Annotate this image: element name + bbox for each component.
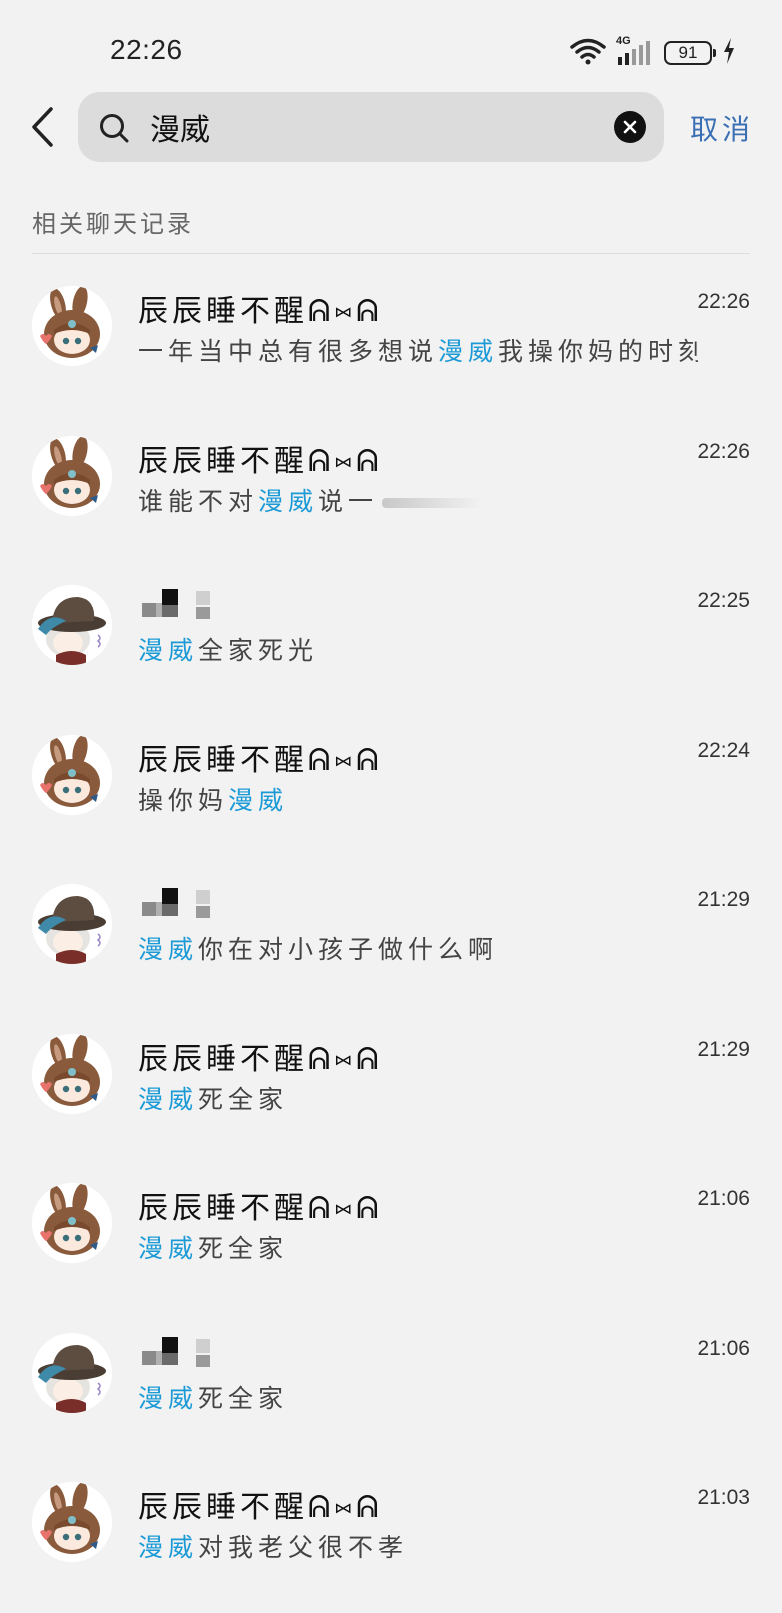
snippet-after: 死全家 xyxy=(198,1383,289,1413)
snippet-after: 死全家 xyxy=(198,1234,289,1263)
snippet-after: 你在对小孩子做什么啊 xyxy=(198,935,499,964)
status-bar: 22:26 4G 91 xyxy=(0,0,782,80)
sender-name-pixelated xyxy=(142,888,222,928)
snippet-keyword: 漫威 xyxy=(438,337,499,366)
status-time: 22:26 xyxy=(110,34,183,65)
result-item[interactable]: 辰辰睡不醒ᕱ⑅ᕱ 22:26 一年当中总有很多想说漫威我操你妈的时刻 xyxy=(0,254,782,404)
sender-name-pixelated xyxy=(142,589,222,629)
sender-name: 辰辰睡不醒ᕱ⑅ᕱ xyxy=(138,294,383,329)
bunny-girl-avatar xyxy=(32,1033,112,1114)
snippet-keyword: 漫威 xyxy=(228,785,289,815)
message-snippet: 操你妈漫威 xyxy=(138,781,288,817)
message-snippet: 谁能不对漫威说一 xyxy=(138,482,483,518)
search-input[interactable] xyxy=(150,102,570,152)
search-box[interactable] xyxy=(78,92,664,162)
message-time: 21:06 xyxy=(697,1187,750,1210)
charging-icon xyxy=(722,37,736,69)
chevron-left-icon xyxy=(32,107,53,147)
sender-name: 辰辰睡不醒ᕱ⑅ᕱ xyxy=(138,1490,383,1525)
message-time: 22:24 xyxy=(697,738,750,762)
snippet-keyword: 漫威 xyxy=(138,636,199,665)
snippet-after: 死全家 xyxy=(198,1084,289,1114)
section-title: 相关聊天记录 xyxy=(32,210,194,238)
sender-name: 辰辰睡不醒ᕱ⑅ᕱ xyxy=(138,1191,383,1226)
result-item[interactable]: 21:29 漫威你在对小孩子做什么啊 xyxy=(0,852,782,1002)
result-item[interactable]: 辰辰睡不醒ᕱ⑅ᕱ 21:06 漫威死全家 xyxy=(0,1151,782,1301)
message-time: 21:29 xyxy=(697,1037,750,1061)
sender-name: 辰辰睡不醒ᕱ⑅ᕱ xyxy=(138,742,383,778)
snippet-keyword: 漫威 xyxy=(138,1533,199,1562)
snippet-after: 对我老父很不孝 xyxy=(198,1533,409,1562)
message-snippet: 漫威你在对小孩子做什么啊 xyxy=(138,930,498,966)
snippet-keyword: 漫威 xyxy=(138,935,199,964)
sender-name: 辰辰睡不醒ᕱ⑅ᕱ xyxy=(138,1041,383,1077)
bunny-girl-avatar xyxy=(32,1482,112,1562)
hat-character-avatar xyxy=(32,1332,112,1413)
message-time: 22:26 xyxy=(697,439,750,463)
result-item[interactable]: 辰辰睡不醒ᕱ⑅ᕱ 21:29 漫威死全家 xyxy=(0,1002,782,1152)
bunny-girl-avatar xyxy=(32,734,112,815)
snippet-keyword: 漫威 xyxy=(138,1383,199,1413)
result-item[interactable]: 辰辰睡不醒ᕱ⑅ᕱ 22:24 操你妈漫威 xyxy=(0,703,782,853)
message-snippet: 漫威死全家 xyxy=(138,1080,288,1116)
snippet-keyword: 漫威 xyxy=(138,1084,199,1114)
message-snippet: 漫威死全家 xyxy=(138,1379,288,1415)
snippet-before: 一年当中总有很多想说 xyxy=(138,337,439,366)
message-snippet: 漫威死全家 xyxy=(138,1229,288,1265)
message-snippet: 一年当中总有很多想说漫威我操你妈的时刻 xyxy=(138,332,698,368)
search-icon xyxy=(98,112,130,144)
message-time: 21:03 xyxy=(697,1486,750,1509)
bunny-girl-avatar xyxy=(32,1183,112,1263)
snippet-before: 操你妈 xyxy=(138,785,229,815)
result-item[interactable]: 22:25 漫威全家死光 xyxy=(0,553,782,703)
signal-icon: 4G xyxy=(616,35,654,67)
message-time: 22:26 xyxy=(697,290,750,313)
snippet-after: 全家死光 xyxy=(198,636,319,665)
result-item[interactable]: 21:06 漫威死全家 xyxy=(0,1301,782,1451)
hat-character-avatar xyxy=(32,585,112,665)
hat-character-avatar xyxy=(32,884,112,964)
snippet-redaction xyxy=(382,497,483,508)
cancel-button[interactable]: 取消 xyxy=(690,108,754,148)
clear-search-button[interactable] xyxy=(614,111,646,143)
sender-name-pixelated xyxy=(142,1336,222,1377)
bunny-girl-avatar xyxy=(32,286,112,366)
result-item[interactable]: 辰辰睡不醒ᕱ⑅ᕱ 21:03 漫威对我老父很不孝 xyxy=(0,1450,782,1600)
sender-name: 辰辰睡不醒ᕱ⑅ᕱ xyxy=(138,443,383,479)
wifi-icon xyxy=(570,37,606,69)
close-icon xyxy=(623,120,637,134)
message-time: 21:06 xyxy=(697,1336,750,1360)
back-button[interactable] xyxy=(24,102,60,152)
bunny-girl-avatar xyxy=(32,435,112,516)
battery-indicator: 91 xyxy=(664,41,716,65)
snippet-keyword: 漫威 xyxy=(258,486,319,516)
status-icons: 4G 91 xyxy=(570,35,736,70)
message-time: 21:29 xyxy=(697,888,750,911)
message-snippet: 漫威对我老父很不孝 xyxy=(138,1528,408,1564)
snippet-after: 我操你妈的时刻 xyxy=(498,337,698,366)
snippet-after: 说一 xyxy=(318,486,379,516)
snippet-keyword: 漫威 xyxy=(138,1234,199,1263)
result-list: 辰辰睡不醒ᕱ⑅ᕱ 22:26 一年当中总有很多想说漫威我操你妈的时刻 辰辰睡不醒ᕱ⑅… xyxy=(0,254,782,1600)
message-time: 22:25 xyxy=(697,589,750,612)
result-item[interactable]: 辰辰睡不醒ᕱ⑅ᕱ 22:26 谁能不对漫威说一 xyxy=(0,404,782,554)
message-snippet: 漫威全家死光 xyxy=(138,631,318,667)
snippet-before: 谁能不对 xyxy=(138,486,259,516)
battery-level: 91 xyxy=(678,43,698,62)
